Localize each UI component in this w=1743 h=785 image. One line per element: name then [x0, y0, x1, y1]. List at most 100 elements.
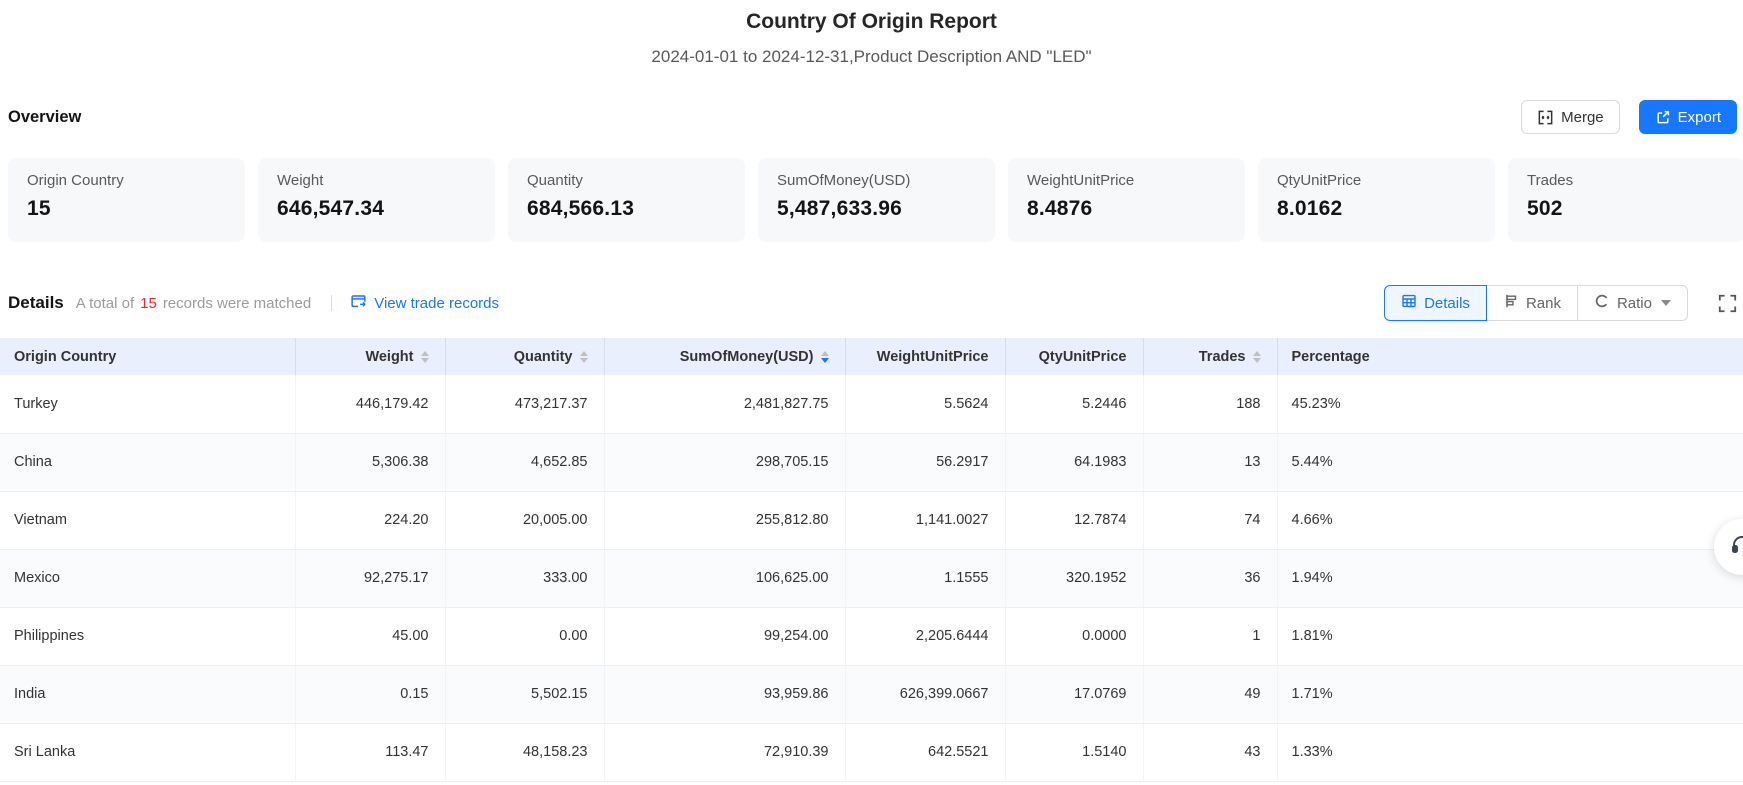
stat-card-quantity: Quantity 684,566.13: [508, 158, 745, 242]
cell-sum: 255,812.80: [604, 491, 845, 549]
headset-icon: [1730, 533, 1743, 562]
col-header-quantity[interactable]: Quantity: [445, 338, 604, 375]
cell-country: China: [0, 433, 295, 491]
page-subtitle: 2024-01-01 to 2024-12-31,Product Descrip…: [0, 47, 1743, 67]
trade-records-icon: [350, 293, 367, 314]
view-mode-segmented-control: Details Rank: [1384, 285, 1688, 321]
merge-button[interactable]: Merge: [1521, 100, 1620, 134]
cell-sum: 93,959.86: [604, 665, 845, 723]
cell-weight: 446,179.42: [295, 375, 445, 433]
export-icon: [1655, 109, 1671, 125]
cell-wup: 1.1555: [845, 549, 1005, 607]
cell-qup: 64.1983: [1005, 433, 1143, 491]
cell-weight: 113.47: [295, 723, 445, 781]
page-title: Country Of Origin Report: [0, 0, 1743, 34]
col-header-percentage: Percentage: [1277, 338, 1743, 375]
cell-percentage: 1.94%: [1277, 549, 1743, 607]
cell-wup: 56.2917: [845, 433, 1005, 491]
cell-quantity: 473,217.37: [445, 375, 604, 433]
cell-weight: 224.20: [295, 491, 445, 549]
cell-quantity: 48,158.23: [445, 723, 604, 781]
table-row: China 5,306.38 4,652.85 298,705.15 56.29…: [0, 433, 1743, 491]
tab-ratio[interactable]: Ratio: [1578, 285, 1688, 321]
col-label: Trades: [1199, 349, 1246, 365]
cell-percentage: 4.66%: [1277, 491, 1743, 549]
sort-icon[interactable]: [1253, 351, 1261, 363]
col-header-sum-of-money[interactable]: SumOfMoney(USD): [604, 338, 845, 375]
cell-quantity: 5,502.15: [445, 665, 604, 723]
cell-quantity: 4,652.85: [445, 433, 604, 491]
table-row: Sri Lanka 113.47 48,158.23 72,910.39 642…: [0, 723, 1743, 781]
merge-cells-icon: [1537, 109, 1554, 126]
overview-heading: Overview: [8, 108, 81, 127]
cell-percentage: 1.81%: [1277, 607, 1743, 665]
sort-icon-active-desc[interactable]: [821, 351, 829, 363]
cell-qup: 0.0000: [1005, 607, 1143, 665]
details-bar-left: Details A total of15records were matched…: [8, 293, 499, 314]
cell-quantity: 333.00: [445, 549, 604, 607]
origin-country-table: Origin Country Weight Quantity SumOfMone…: [0, 338, 1743, 782]
rank-bars-icon: [1503, 293, 1519, 313]
stat-card-weight: Weight 646,547.34: [258, 158, 495, 242]
cell-country: Vietnam: [0, 491, 295, 549]
col-label: SumOfMoney(USD): [680, 349, 814, 365]
col-label: Percentage: [1292, 349, 1370, 365]
tab-rank[interactable]: Rank: [1487, 285, 1578, 321]
vertical-divider: [331, 295, 332, 311]
stat-card-qty-unit-price: QtyUnitPrice 8.0162: [1258, 158, 1495, 242]
stat-label: Trades: [1527, 172, 1726, 189]
cell-trades: 49: [1143, 665, 1277, 723]
cell-sum: 72,910.39: [604, 723, 845, 781]
stat-value: 5,487,633.96: [777, 197, 976, 221]
cell-trades: 43: [1143, 723, 1277, 781]
cell-weight: 92,275.17: [295, 549, 445, 607]
merge-button-label: Merge: [1561, 109, 1604, 126]
overview-bar: Overview Merge: [0, 100, 1743, 134]
table-row: Turkey 446,179.42 473,217.37 2,481,827.7…: [0, 375, 1743, 433]
col-header-weight-unit-price: WeightUnitPrice: [845, 338, 1005, 375]
table-row: Vietnam 224.20 20,005.00 255,812.80 1,14…: [0, 491, 1743, 549]
view-trade-records-label: View trade records: [374, 295, 499, 312]
overview-actions: Merge Export: [1521, 100, 1737, 134]
stat-label: SumOfMoney(USD): [777, 172, 976, 189]
cell-qup: 12.7874: [1005, 491, 1143, 549]
fullscreen-expand-icon[interactable]: [1718, 294, 1737, 313]
cell-wup: 642.5521: [845, 723, 1005, 781]
stat-label: Weight: [277, 172, 476, 189]
cell-sum: 298,705.15: [604, 433, 845, 491]
col-label: Origin Country: [14, 349, 116, 365]
col-header-weight[interactable]: Weight: [295, 338, 445, 375]
stat-value: 15: [27, 197, 226, 221]
stat-value: 8.0162: [1277, 197, 1476, 221]
stat-card-origin-country: Origin Country 15: [8, 158, 245, 242]
col-label: Quantity: [514, 349, 573, 365]
sort-icon[interactable]: [421, 351, 429, 363]
table-body: Turkey 446,179.42 473,217.37 2,481,827.7…: [0, 375, 1743, 781]
cell-quantity: 20,005.00: [445, 491, 604, 549]
cell-trades: 13: [1143, 433, 1277, 491]
table-row: India 0.15 5,502.15 93,959.86 626,399.06…: [0, 665, 1743, 723]
tab-details[interactable]: Details: [1384, 285, 1487, 321]
cell-qup: 5.2446: [1005, 375, 1143, 433]
stat-value: 684,566.13: [527, 197, 726, 221]
cell-percentage: 1.71%: [1277, 665, 1743, 723]
stat-label: Quantity: [527, 172, 726, 189]
cell-wup: 2,205.6444: [845, 607, 1005, 665]
cell-qup: 320.1952: [1005, 549, 1143, 607]
cell-wup: 626,399.0667: [845, 665, 1005, 723]
export-button[interactable]: Export: [1639, 100, 1737, 134]
cell-qup: 17.0769: [1005, 665, 1143, 723]
col-label: QtyUnitPrice: [1039, 349, 1127, 365]
col-header-origin-country: Origin Country: [0, 338, 295, 375]
view-trade-records-link[interactable]: View trade records: [350, 293, 499, 314]
cell-sum: 99,254.00: [604, 607, 845, 665]
matched-suffix: records were matched: [163, 295, 311, 312]
cell-weight: 5,306.38: [295, 433, 445, 491]
cell-percentage: 1.33%: [1277, 723, 1743, 781]
sort-icon[interactable]: [580, 351, 588, 363]
cell-weight: 0.15: [295, 665, 445, 723]
stat-label: WeightUnitPrice: [1027, 172, 1226, 189]
cell-country: Sri Lanka: [0, 723, 295, 781]
stat-value: 646,547.34: [277, 197, 476, 221]
col-header-trades[interactable]: Trades: [1143, 338, 1277, 375]
